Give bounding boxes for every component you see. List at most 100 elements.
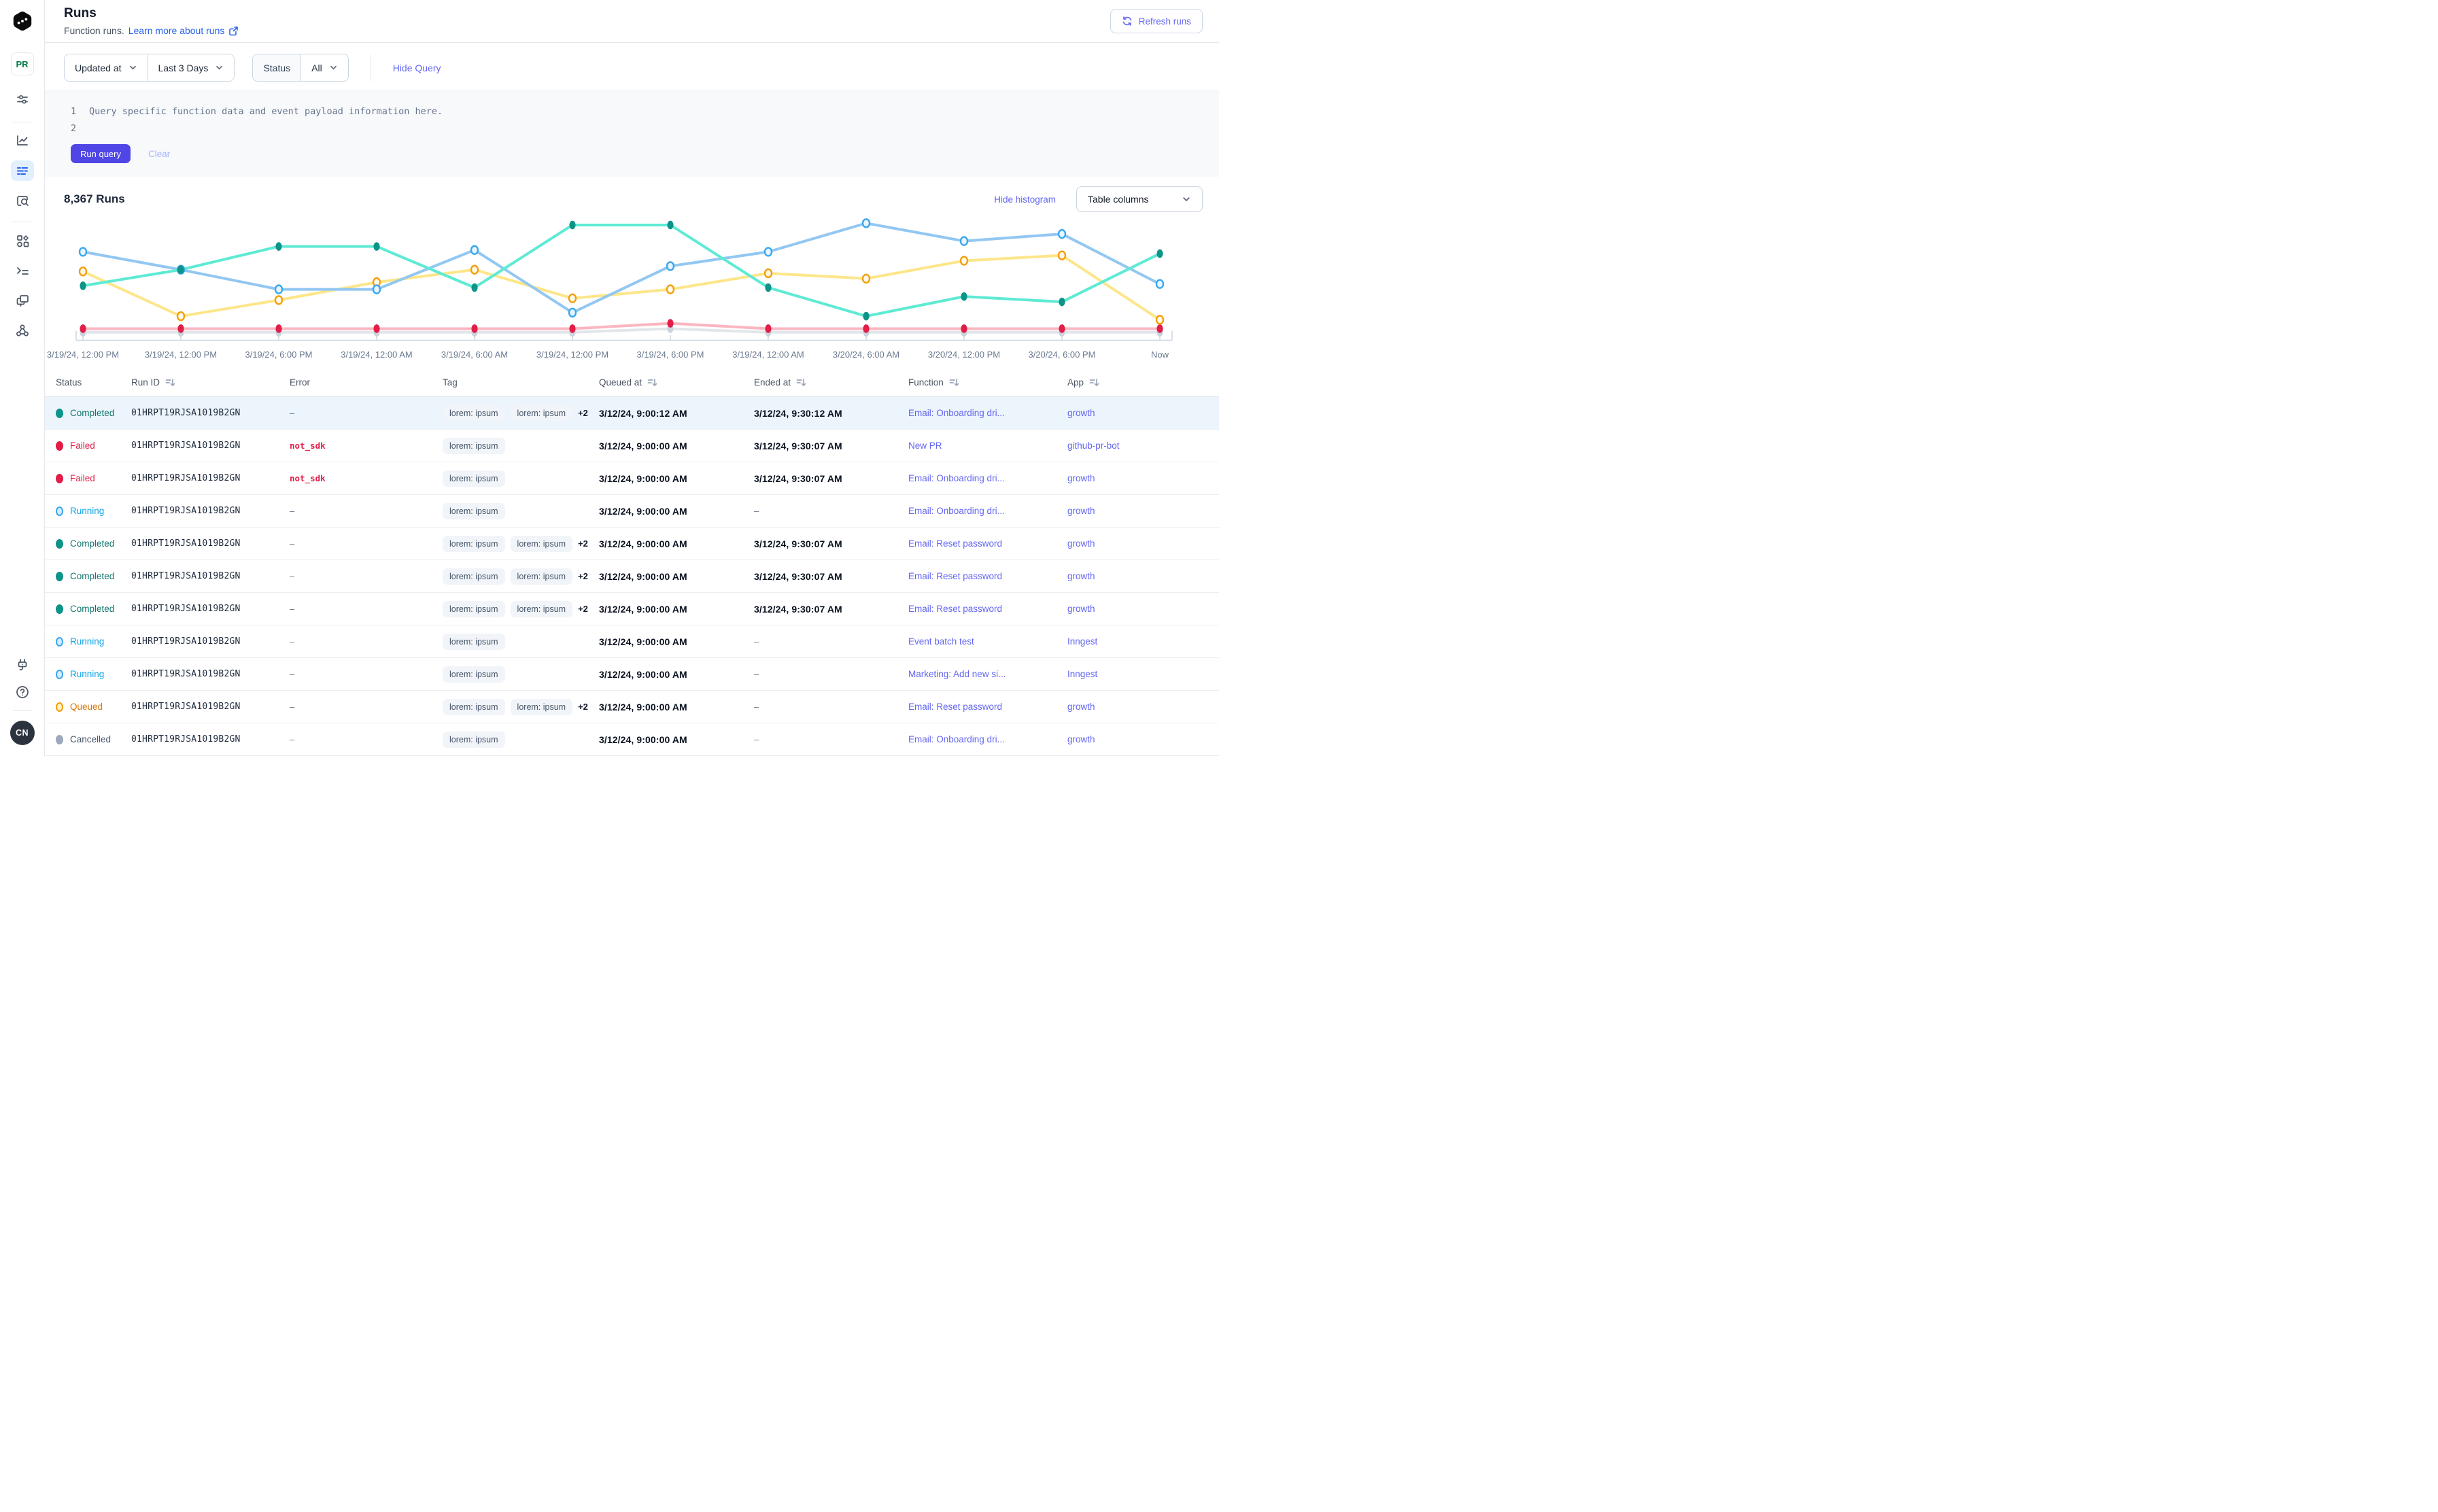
learn-more-link[interactable]: Learn more about runs <box>128 25 239 36</box>
function-link[interactable]: New PR <box>908 441 942 451</box>
data-point-failed[interactable] <box>177 324 184 333</box>
function-link[interactable]: Email: Reset password <box>908 538 1002 549</box>
data-point-failed[interactable] <box>1156 324 1163 333</box>
table-row[interactable]: Completed01HRPT19RJSA1019B2GN–lorem: ips… <box>45 528 1219 560</box>
function-link[interactable]: Email: Reset password <box>908 702 1002 712</box>
app-link[interactable]: growth <box>1067 734 1095 744</box>
data-point-running[interactable] <box>765 247 772 256</box>
data-point-failed[interactable] <box>667 319 673 328</box>
data-point-failed[interactable] <box>80 324 86 333</box>
app-link[interactable]: growth <box>1067 604 1095 614</box>
data-point-completed[interactable] <box>471 284 477 292</box>
data-point-completed[interactable] <box>667 221 673 230</box>
sidebar-item-metrics[interactable] <box>11 131 34 151</box>
function-link[interactable]: Marketing: Add new si... <box>908 669 1006 679</box>
data-point-queued[interactable] <box>863 275 870 283</box>
sort-icon[interactable] <box>949 377 959 388</box>
data-point-running[interactable] <box>961 237 967 245</box>
data-point-completed[interactable] <box>177 265 184 274</box>
app-link[interactable]: github-pr-bot <box>1067 441 1120 451</box>
data-point-failed[interactable] <box>373 324 379 333</box>
app-link[interactable]: growth <box>1067 538 1095 549</box>
app-link[interactable]: growth <box>1067 571 1095 581</box>
app-link[interactable]: Inngest <box>1067 636 1097 647</box>
table-row[interactable]: Failed01HRPT19RJSA1019B2GNnot_sdklorem: … <box>45 430 1219 462</box>
column-header-function[interactable]: Function <box>908 377 1067 388</box>
sidebar-item-runs[interactable] <box>11 160 34 181</box>
function-link[interactable]: Email: Reset password <box>908 604 1002 614</box>
table-row[interactable]: Cancelled01HRPT19RJSA1019B2GN–lorem: ips… <box>45 723 1219 756</box>
integrations-plug-icon[interactable] <box>11 655 34 675</box>
data-point-running[interactable] <box>275 286 282 294</box>
data-point-completed[interactable] <box>80 281 86 290</box>
function-link[interactable]: Email: Onboarding dri... <box>908 506 1005 516</box>
data-point-completed[interactable] <box>765 284 771 292</box>
function-link[interactable]: Email: Onboarding dri... <box>908 734 1005 744</box>
table-row[interactable]: Completed01HRPT19RJSA1019B2GN–lorem: ips… <box>45 593 1219 625</box>
data-point-queued[interactable] <box>177 312 184 320</box>
time-range-dropdown[interactable]: Last 3 Days <box>148 54 235 81</box>
app-link[interactable]: growth <box>1067 473 1095 483</box>
user-avatar[interactable]: CN <box>10 721 35 745</box>
data-point-queued[interactable] <box>667 286 674 294</box>
column-header-queued-at[interactable]: Queued at <box>599 377 754 388</box>
hide-histogram-link[interactable]: Hide histogram <box>994 194 1056 205</box>
column-header-ended-at[interactable]: Ended at <box>754 377 908 388</box>
data-point-failed[interactable] <box>1059 324 1065 333</box>
sidebar-item-event-search[interactable] <box>11 190 34 211</box>
refresh-runs-button[interactable]: Refresh runs <box>1110 9 1203 33</box>
app-link[interactable]: growth <box>1067 702 1095 712</box>
data-point-running[interactable] <box>569 309 576 317</box>
data-point-completed[interactable] <box>961 292 967 301</box>
data-point-running[interactable] <box>667 262 674 270</box>
data-point-queued[interactable] <box>961 257 967 265</box>
data-point-running[interactable] <box>80 247 86 256</box>
clear-query-button[interactable]: Clear <box>148 149 170 159</box>
data-point-queued[interactable] <box>569 294 576 303</box>
data-point-running[interactable] <box>1059 230 1065 238</box>
table-row[interactable]: Queued01HRPT19RJSA1019B2GN–lorem: ipsuml… <box>45 691 1219 723</box>
column-header-run-id[interactable]: Run ID <box>131 377 290 388</box>
table-row[interactable]: Completed01HRPT19RJSA1019B2GN–lorem: ips… <box>45 397 1219 430</box>
data-point-failed[interactable] <box>471 324 477 333</box>
data-point-running[interactable] <box>471 246 478 254</box>
function-link[interactable]: Email: Onboarding dri... <box>908 408 1005 418</box>
app-link[interactable]: growth <box>1067 506 1095 516</box>
sort-field-dropdown[interactable]: Updated at <box>65 54 148 81</box>
data-point-running[interactable] <box>373 286 380 294</box>
data-point-failed[interactable] <box>765 324 771 333</box>
data-point-failed[interactable] <box>569 324 575 333</box>
inngest-logo-icon[interactable] <box>12 10 33 32</box>
data-point-queued[interactable] <box>275 296 282 304</box>
hide-query-link[interactable]: Hide Query <box>393 63 441 73</box>
function-link[interactable]: Email: Reset password <box>908 571 1002 581</box>
data-point-queued[interactable] <box>1059 252 1065 260</box>
sidebar-item-webhooks[interactable] <box>11 320 34 341</box>
data-point-completed[interactable] <box>275 242 281 251</box>
table-columns-dropdown[interactable]: Table columns <box>1076 186 1203 212</box>
environment-badge[interactable]: PR <box>11 52 34 75</box>
table-row[interactable]: Running01HRPT19RJSA1019B2GN–lorem: ipsum… <box>45 495 1219 528</box>
environments-filter-icon[interactable] <box>11 89 34 109</box>
sidebar-item-apps[interactable] <box>11 230 34 251</box>
table-row[interactable]: Completed01HRPT19RJSA1019B2GN–lorem: ips… <box>45 560 1219 593</box>
sort-icon[interactable] <box>796 377 806 388</box>
data-point-running[interactable] <box>1156 280 1163 288</box>
data-point-completed[interactable] <box>1059 298 1065 307</box>
status-filter-dropdown[interactable]: All <box>301 54 348 81</box>
table-row[interactable]: Running01HRPT19RJSA1019B2GN–lorem: ipsum… <box>45 658 1219 691</box>
sort-icon[interactable] <box>1089 377 1099 388</box>
run-query-button[interactable]: Run query <box>71 144 131 163</box>
table-row[interactable]: Running01HRPT19RJSA1019B2GN–lorem: ipsum… <box>45 625 1219 658</box>
data-point-queued[interactable] <box>471 266 478 274</box>
data-point-completed[interactable] <box>569 221 575 230</box>
data-point-completed[interactable] <box>1156 250 1163 258</box>
data-point-completed[interactable] <box>863 312 869 321</box>
sidebar-item-functions[interactable] <box>11 260 34 281</box>
data-point-failed[interactable] <box>275 324 281 333</box>
data-point-queued[interactable] <box>1156 315 1163 324</box>
sidebar-item-events[interactable] <box>11 290 34 311</box>
function-link[interactable]: Event batch test <box>908 636 974 647</box>
function-link[interactable]: Email: Onboarding dri... <box>908 473 1005 483</box>
column-header-app[interactable]: App <box>1067 377 1219 388</box>
